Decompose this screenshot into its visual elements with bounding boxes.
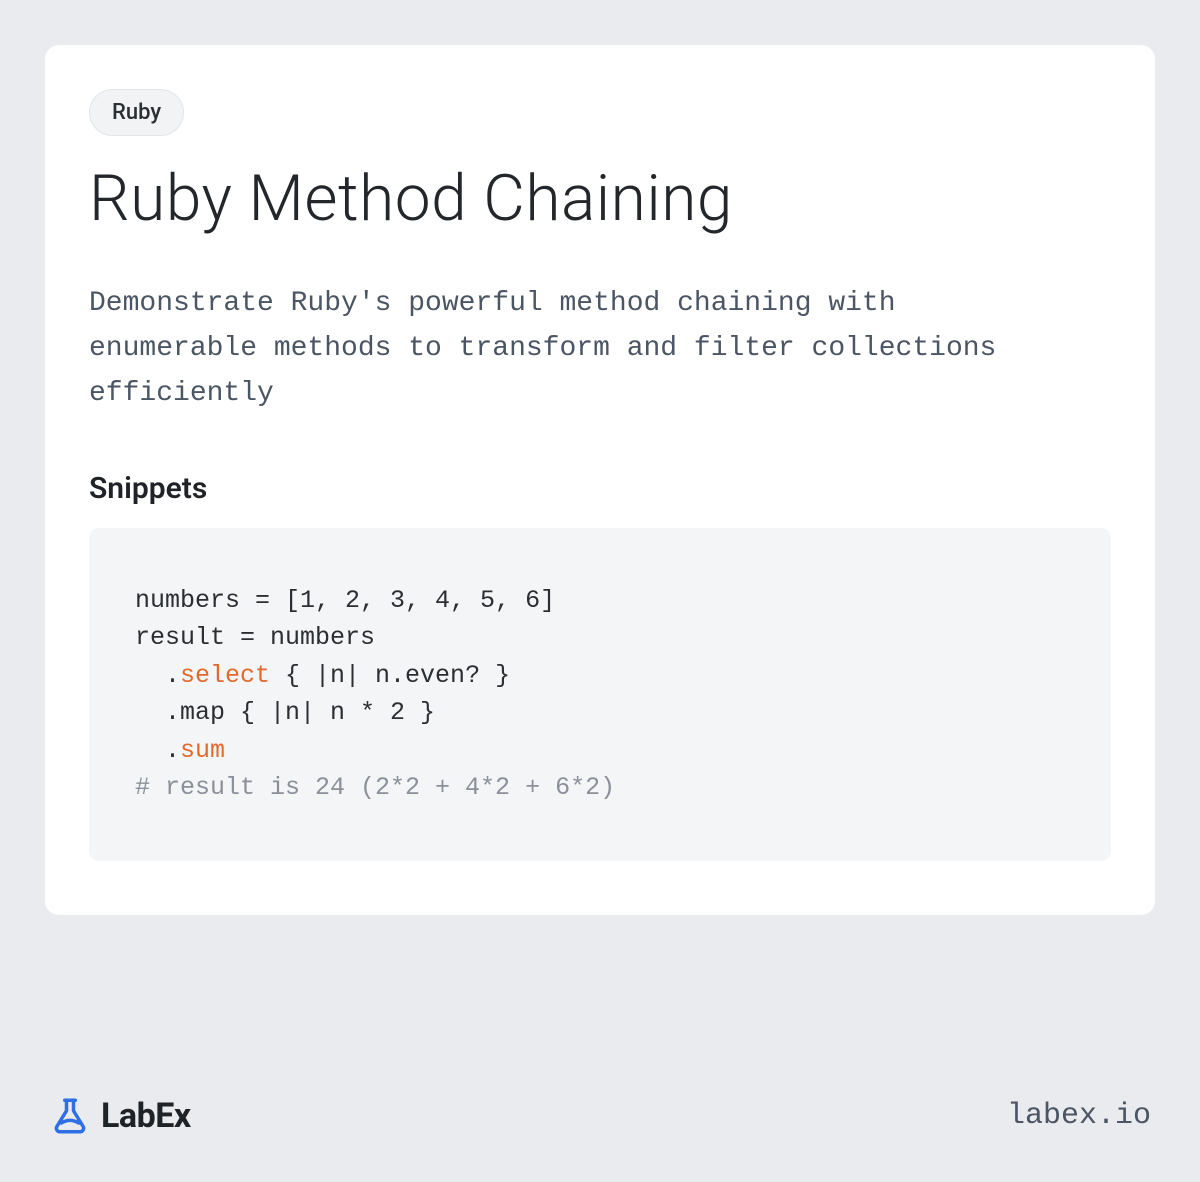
snippets-heading: Snippets bbox=[89, 471, 1111, 506]
code-comment: # result is 24 (2*2 + 4*2 + 6*2) bbox=[135, 773, 615, 802]
code-snippet: numbers = [1, 2, 3, 4, 5, 6] result = nu… bbox=[89, 528, 1111, 861]
code-line: .map { |n| n * 2 } bbox=[135, 698, 435, 727]
flask-icon bbox=[49, 1095, 91, 1137]
code-line: numbers = [1, 2, 3, 4, 5, 6] bbox=[135, 586, 555, 615]
code-line: . bbox=[135, 661, 180, 690]
brand: LabEx bbox=[49, 1095, 191, 1137]
site-url: labex.io bbox=[1007, 1099, 1151, 1133]
page-title: Ruby Method Chaining bbox=[89, 164, 1111, 234]
description-text: Demonstrate Ruby's powerful method chain… bbox=[89, 282, 1009, 416]
brand-name: LabEx bbox=[101, 1096, 191, 1136]
code-line: result = numbers bbox=[135, 623, 375, 652]
footer: LabEx labex.io bbox=[45, 1095, 1155, 1137]
code-highlight: sum bbox=[180, 736, 225, 765]
code-line: { |n| n.even? } bbox=[270, 661, 510, 690]
content-card: Ruby Ruby Method Chaining Demonstrate Ru… bbox=[45, 45, 1155, 915]
code-line: . bbox=[135, 736, 180, 765]
code-highlight: select bbox=[180, 661, 270, 690]
language-tag: Ruby bbox=[89, 89, 184, 136]
